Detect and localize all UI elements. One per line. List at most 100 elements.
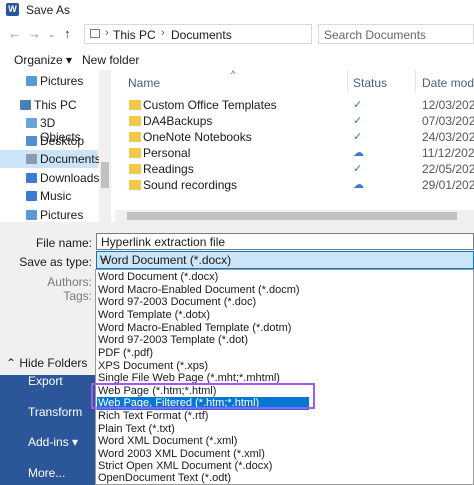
pictures-icon <box>26 210 37 220</box>
column-header-status[interactable]: Status <box>353 76 387 90</box>
search-input[interactable]: Search Documents <box>318 24 474 44</box>
backstage-transform[interactable]: Transform <box>28 405 82 419</box>
nav-item-desktop[interactable]: Desktop <box>0 132 98 150</box>
organize-button[interactable]: Organize ▾ <box>14 53 72 67</box>
nav-item-label: Desktop <box>40 134 85 148</box>
nav-item-3d-objects[interactable]: 3D Objects <box>0 114 98 144</box>
synced-check-icon: ✓ <box>353 131 363 143</box>
file-date: 07/03/2023 <box>422 114 474 128</box>
breadcrumb-separator-icon[interactable]: › <box>105 27 109 39</box>
cloud-icon: ☁ <box>353 179 364 191</box>
file-list-horizontal-scrollbar[interactable] <box>115 210 474 222</box>
folder-icon <box>129 132 141 142</box>
desktop-icon <box>26 136 37 146</box>
toolbar: Organize ▾ New folder <box>0 48 474 70</box>
documents-icon <box>26 154 37 164</box>
file-name: OneNote Notebooks <box>143 130 252 144</box>
file-row[interactable]: Personal ☁ 11/12/2023 <box>115 145 474 161</box>
chevron-down-icon: ⌄ <box>100 253 109 264</box>
word-backstage-panel: Export Transform Add-ins ▾ More... <box>0 360 95 485</box>
file-name-input[interactable]: Hyperlink extraction file <box>96 233 474 250</box>
nav-item-documents[interactable]: Documents <box>0 150 101 168</box>
tags-label: Tags: <box>63 289 92 303</box>
address-bar-row: ← → ⌄ ↑ › This PC › Documents Search Doc… <box>0 20 474 48</box>
sort-chevron-icon: ^ <box>231 69 236 79</box>
folder-icon <box>129 180 141 190</box>
folder-icon <box>129 116 141 126</box>
folder-icon <box>129 100 141 110</box>
breadcrumb-documents[interactable]: Documents <box>171 28 232 42</box>
synced-check-icon: ✓ <box>353 99 363 111</box>
column-divider[interactable] <box>347 70 348 92</box>
file-date: 11/12/2023 <box>422 146 474 160</box>
dropdown-option[interactable]: Rich Text Format (*.rtf) <box>98 410 208 423</box>
save-as-type-select[interactable]: Word Document (*.docx) ⌄ <box>96 251 474 269</box>
file-date: 24/03/2023 <box>422 130 474 144</box>
save-as-type-dropdown: Word Document (*.docx) Word Macro-Enable… <box>95 269 474 485</box>
hide-folders-button[interactable]: ⌃ Hide Folders <box>6 356 87 370</box>
dropdown-option[interactable]: OpenDocument Text (*.odt) <box>98 472 231 485</box>
dropdown-option[interactable]: PDF (*.pdf) <box>98 347 153 360</box>
dropdown-option[interactable]: Word XML Document (*.xml) <box>98 435 237 448</box>
dropdown-option[interactable]: Word 97-2003 Document (*.doc) <box>98 296 256 309</box>
file-row[interactable]: Sound recordings ☁ 29/01/2024 <box>115 177 474 193</box>
file-row[interactable]: OneNote Notebooks ✓ 24/03/2023 <box>115 129 474 145</box>
file-row[interactable]: Custom Office Templates ✓ 12/03/2023 <box>115 97 474 113</box>
breadcrumb-separator-icon[interactable]: › <box>161 27 165 39</box>
nav-item-label: Pictures <box>40 208 84 222</box>
file-name: Personal <box>143 146 191 160</box>
nav-item-this-pc[interactable]: This PC <box>0 96 98 114</box>
nav-item-label: This PC <box>34 98 77 112</box>
synced-check-icon: ✓ <box>353 163 363 175</box>
column-divider[interactable] <box>415 70 416 92</box>
nav-pane-scrollbar-thumb[interactable] <box>101 162 109 188</box>
nav-item-label: Pictures <box>40 74 84 88</box>
backstage-export[interactable]: Export <box>28 374 63 388</box>
column-header-date-modified[interactable]: Date modifie <box>422 76 474 90</box>
back-arrow-icon[interactable]: ← <box>8 26 21 41</box>
dropdown-option[interactable]: Word Document (*.docx) <box>98 271 218 284</box>
file-date: 29/01/2024 <box>422 178 474 192</box>
backstage-add-ins[interactable]: Add-ins ▾ <box>28 435 78 449</box>
file-name-label: File name: <box>35 236 92 250</box>
word-app-icon: W <box>6 3 19 16</box>
nav-item-label: Documents <box>40 152 101 166</box>
recent-locations-chevron-icon[interactable]: ⌄ <box>48 29 56 40</box>
annotation-highlight-box <box>91 383 315 409</box>
address-breadcrumb[interactable]: › This PC › Documents <box>84 24 312 44</box>
pc-icon <box>20 100 31 110</box>
hide-folders-label: Hide Folders <box>19 356 88 370</box>
column-header-name[interactable]: Name <box>128 76 160 90</box>
file-list: Name ^ Status Date modifie Custom Office… <box>115 69 474 222</box>
nav-item-music[interactable]: Music <box>0 187 98 205</box>
file-row[interactable]: DA4Backups ✓ 07/03/2023 <box>115 113 474 129</box>
file-name: Custom Office Templates <box>143 98 277 112</box>
dialog-title: Save As <box>26 3 71 17</box>
nav-item-pictures-top[interactable]: Pictures <box>0 72 98 90</box>
synced-check-icon: ✓ <box>353 115 363 127</box>
authors-label: Authors: <box>47 275 92 289</box>
pictures-icon <box>26 76 37 86</box>
backstage-more[interactable]: More... <box>28 466 65 480</box>
chevron-up-icon: ⌃ <box>6 356 20 370</box>
music-icon <box>26 191 37 201</box>
dropdown-option[interactable]: Word 97-2003 Template (*.dot) <box>98 334 248 347</box>
3d-objects-icon <box>26 118 37 128</box>
file-name-value: Hyperlink extraction file <box>101 235 226 249</box>
this-pc-icon <box>90 29 100 38</box>
dropdown-option[interactable]: Word Template (*.dotx) <box>98 309 210 322</box>
new-folder-button[interactable]: New folder <box>82 53 139 67</box>
file-name: DA4Backups <box>143 114 213 128</box>
folder-icon <box>129 148 141 158</box>
nav-pane-scrollbar[interactable] <box>99 70 111 222</box>
up-arrow-icon[interactable]: ↑ <box>64 26 71 41</box>
horizontal-scrollbar-thumb[interactable] <box>127 212 457 220</box>
title-bar: W Save As <box>0 0 474 20</box>
breadcrumb-this-pc[interactable]: This PC <box>113 28 156 42</box>
file-row[interactable]: Readings ✓ 22/05/2023 <box>115 161 474 177</box>
file-name: Readings <box>143 162 194 176</box>
search-placeholder: Search Documents <box>324 28 427 42</box>
forward-arrow-icon[interactable]: → <box>28 26 41 41</box>
file-date: 12/03/2023 <box>422 98 474 112</box>
nav-item-downloads[interactable]: Downloads <box>0 169 99 187</box>
